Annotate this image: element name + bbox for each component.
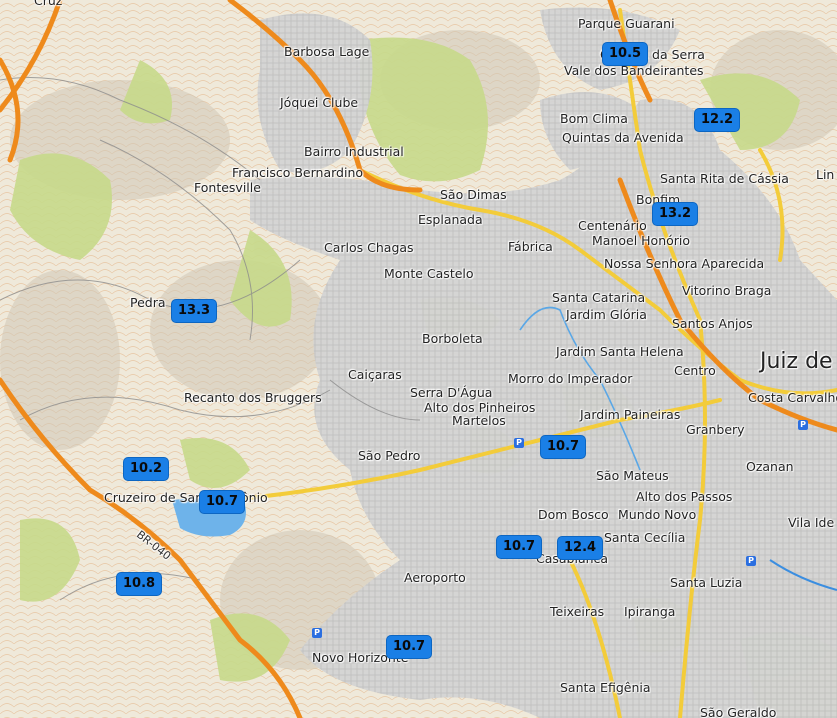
value-marker[interactable]: 13.2 [653,203,698,225]
value-marker[interactable]: 10.7 [541,436,586,458]
place-santa-luzia: Santa Luzia [670,575,743,590]
place-aeroporto: Aeroporto [404,570,466,585]
place-esplanada: Esplanada [418,212,483,227]
place-quintas-avenida: Quintas da Avenida [562,130,684,145]
parking-icon: P [798,420,808,430]
map-view[interactable]: Parque Guarani Barbosa Lage Granjas da S… [0,0,837,718]
place-monte-castelo: Monte Castelo [384,266,474,281]
place-jardim-paineiras: Jardim Paineiras [580,407,681,422]
place-santos-anjos: Santos Anjos [672,316,753,331]
place-centro: Centro [674,363,716,378]
place-costa-carvalho: Costa Carvalho [748,390,837,405]
parking-icon: P [514,438,524,448]
place-barbosa-lage: Barbosa Lage [284,44,370,59]
value-marker[interactable]: 10.5 [603,43,648,65]
place-fabrica: Fábrica [508,239,553,254]
place-carlos-chagas: Carlos Chagas [324,240,414,255]
place-pedra: Pedra [130,295,166,310]
value-marker[interactable]: 13.3 [172,300,217,322]
place-fontesville: Fontesville [194,180,261,195]
map-terrain[interactable] [0,0,837,718]
place-borboleta: Borboleta [422,331,483,346]
place-mundo-novo: Mundo Novo [618,507,697,522]
place-linhares: Lin [816,167,835,182]
place-sao-mateus: São Mateus [596,468,669,483]
place-vitorino-braga: Vitorino Braga [682,283,772,298]
place-sao-pedro: São Pedro [358,448,421,463]
place-francisco-bernardino: Francisco Bernardino [232,165,364,180]
place-caicaras: Caiçaras [348,367,402,382]
place-santa-catarina: Santa Catarina [552,290,646,305]
place-santa-cecilia: Santa Cecília [604,530,686,545]
place-martelos: Martelos [452,413,506,428]
place-nossa-senhora: Nossa Senhora Aparecida [604,256,765,271]
value-marker[interactable]: 10.2 [124,458,169,480]
place-joquei-clube: Jóquei Clube [280,95,359,110]
place-bom-clima: Bom Clima [560,111,628,126]
place-morro-imperador: Morro do Imperador [508,371,633,386]
place-cruz: Cruz [34,0,63,8]
place-sao-dimas: São Dimas [440,187,507,202]
place-parque-guarani: Parque Guarani [578,16,675,31]
value-marker[interactable]: 12.4 [558,537,603,559]
place-sao-geraldo: São Geraldo [700,705,777,718]
value-marker[interactable]: 12.2 [695,109,740,131]
place-manoel-honorio: Manoel Honório [592,233,691,248]
place-recanto-bruggers: Recanto dos Bruggers [184,390,322,405]
parking-icon: P [312,628,322,638]
value-marker[interactable]: 10.7 [387,636,432,658]
place-vila-ide: Vila Ide [788,515,835,530]
place-santa-rita: Santa Rita de Cássia [660,171,789,186]
place-alto-passos: Alto dos Passos [636,489,733,504]
place-bairro-industrial: Bairro Industrial [304,144,404,159]
value-marker[interactable]: 10.7 [497,536,542,558]
place-jardim-gloria: Jardim Glória [566,307,647,322]
parking-icon: P [746,556,756,566]
place-dom-bosco: Dom Bosco [538,507,609,522]
value-marker[interactable]: 10.7 [200,491,245,513]
place-jardim-santa-helena: Jardim Santa Helena [556,344,684,359]
place-ozanan: Ozanan [746,459,794,474]
place-serra-dagua: Serra D'Água [410,385,493,400]
value-marker[interactable]: 10.8 [117,573,162,595]
place-juiz-de-fora: Juiz de [760,349,833,374]
place-vale-bandeirantes: Vale dos Bandeirantes [564,63,704,78]
place-centenario: Centenário [578,218,647,233]
place-granbery: Granbery [686,422,745,437]
place-ipiranga: Ipiranga [624,604,676,619]
place-santa-efigenia: Santa Efigênia [560,680,651,695]
place-teixeiras: Teixeiras [550,604,605,619]
